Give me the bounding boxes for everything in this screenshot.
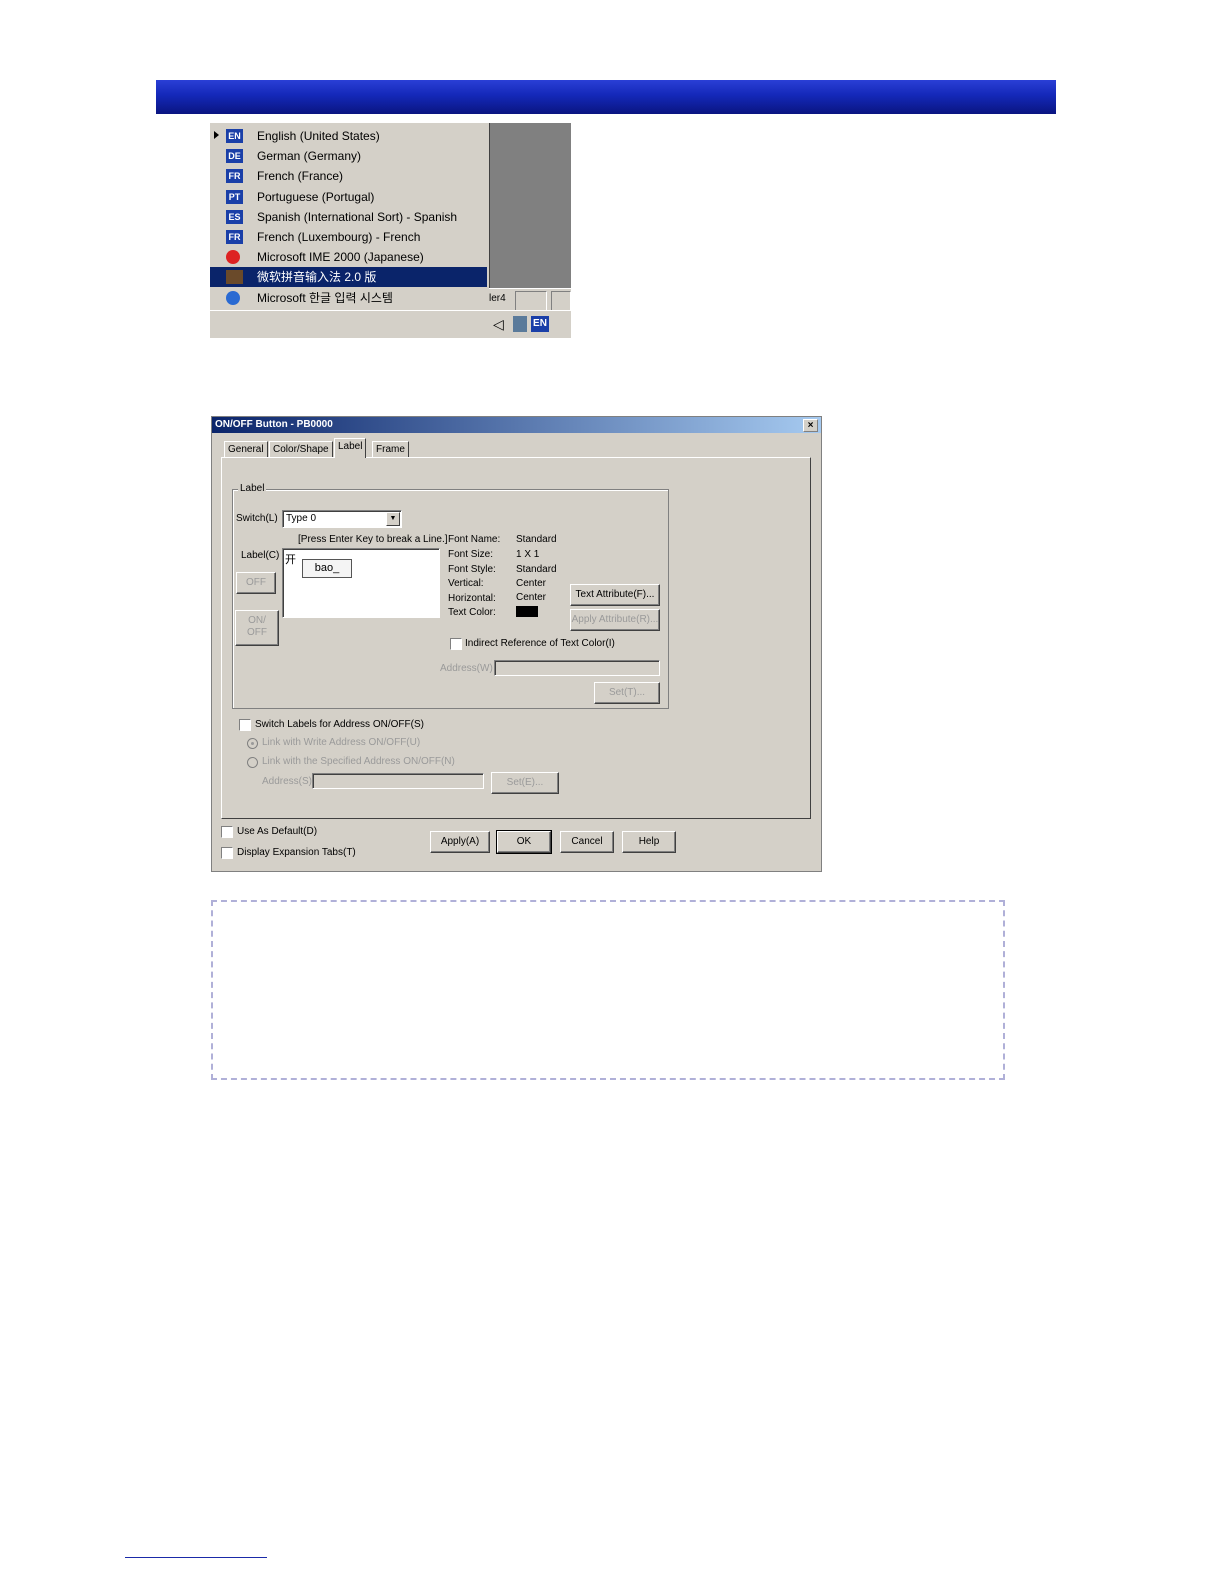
language-code-icon: PT <box>226 190 243 204</box>
set-e-button[interactable]: Set(E)... <box>491 772 559 794</box>
text-color-swatch <box>516 606 538 617</box>
ime-chinese-icon <box>226 270 243 284</box>
dialog-title-bar: ON/OFF Button - PB0000 × <box>212 417 821 433</box>
system-tray: ◁ EN <box>489 311 571 338</box>
taskbar-button[interactable] <box>551 291 571 311</box>
language-code-icon: ES <box>226 210 243 224</box>
ime-korean-icon <box>226 291 240 305</box>
use-as-default-label: Use As Default(D) <box>237 826 318 837</box>
horizontal-label: Horizontal: <box>448 593 496 604</box>
language-label: Portuguese (Portugal) <box>257 190 375 204</box>
font-style-label: Font Style: <box>448 564 496 575</box>
page-header-bar <box>156 80 1056 114</box>
vertical-value: Center <box>516 578 547 589</box>
language-item-english[interactable]: EN English (United States) <box>210 126 487 146</box>
tab-label[interactable]: Label <box>334 438 367 458</box>
use-as-default-checkbox[interactable] <box>221 826 233 838</box>
close-icon[interactable]: × <box>803 419 818 432</box>
tab-frame[interactable]: Frame <box>372 441 409 458</box>
ime-japanese-icon <box>226 250 240 264</box>
tab-color-shape[interactable]: Color/Shape <box>269 441 333 458</box>
display-expansion-tabs-label: Display Expansion Tabs(T) <box>237 847 356 858</box>
indirect-reference-checkbox[interactable] <box>450 638 462 650</box>
tab-panel: Label Switch(L) Type 0 ▼ [Press Enter Ke… <box>221 457 811 819</box>
language-label: Microsoft 한글 입력 시스템 <box>257 291 393 305</box>
horizontal-value: Center <box>516 592 547 603</box>
label-group-title: Label <box>238 483 267 494</box>
network-icon[interactable] <box>513 316 527 332</box>
onoff-state-button[interactable]: ON/ OFF <box>235 610 279 646</box>
language-item-ime-chinese[interactable]: 微软拼音输入法 2.0 版 <box>210 267 487 287</box>
indirect-reference-label: Indirect Reference of Text Color(I) <box>465 638 615 649</box>
onoff-button-dialog: ON/OFF Button - PB0000 × General Color/S… <box>211 416 822 872</box>
note-box <box>211 900 1005 1080</box>
switch-labels-label: Switch Labels for Address ON/OFF(S) <box>255 719 424 730</box>
address-w-field[interactable] <box>494 660 660 676</box>
desktop-background <box>489 123 571 293</box>
language-item-french-luxembourg[interactable]: FR French (Luxembourg) - French <box>210 227 487 247</box>
set-t-button[interactable]: Set(T)... <box>594 682 660 704</box>
language-item-portuguese[interactable]: PT Portuguese (Portugal) <box>210 187 487 207</box>
font-size-label: Font Size: <box>448 549 494 560</box>
language-menu: EN English (United States) DE German (Ge… <box>210 123 490 311</box>
switch-label: Switch(L) <box>236 513 278 524</box>
language-item-spanish[interactable]: ES Spanish (International Sort) - Spanis… <box>210 207 487 227</box>
language-label: German (Germany) <box>257 149 362 163</box>
language-code-icon: DE <box>226 149 243 163</box>
taskbar-strip: ler4 <box>489 288 571 311</box>
font-size-value: 1 X 1 <box>516 549 540 560</box>
switch-select-value: Type 0 <box>286 513 317 524</box>
font-style-value: Standard <box>516 564 557 575</box>
font-name-value: Standard <box>516 534 557 545</box>
label-c-caption: Label(C) <box>241 550 280 561</box>
ime-composition-window: bao_ <box>302 559 352 578</box>
language-indicator-icon[interactable]: EN <box>531 316 549 332</box>
apply-attribute-button[interactable]: Apply Attribute(R)... <box>570 609 660 631</box>
language-code-icon: FR <box>226 169 243 183</box>
language-label: 微软拼音输入法 2.0 版 <box>257 270 377 284</box>
language-item-french[interactable]: FR French (France) <box>210 166 487 186</box>
dialog-title: ON/OFF Button - PB0000 <box>215 419 333 430</box>
language-menu-screenshot: EN English (United States) DE German (Ge… <box>210 123 571 338</box>
address-s-label: Address(S) <box>262 776 313 787</box>
language-item-ime-japanese[interactable]: Microsoft IME 2000 (Japanese) <box>210 247 487 267</box>
switch-labels-checkbox[interactable] <box>239 719 251 731</box>
vertical-label: Vertical: <box>448 578 484 589</box>
ime-composition-char: 开 <box>285 554 296 566</box>
text-attribute-button[interactable]: Text Attribute(F)... <box>570 584 660 606</box>
link-specified-address-radio[interactable] <box>247 757 258 768</box>
font-name-label: Font Name: <box>448 534 501 545</box>
taskbar-fragment: ler4 <box>489 293 506 304</box>
line-break-hint: [Press Enter Key to break a Line.] <box>298 534 448 545</box>
language-label: English (United States) <box>257 129 380 143</box>
address-w-label: Address(W) <box>440 663 493 674</box>
language-code-icon: EN <box>226 129 243 143</box>
display-expansion-tabs-checkbox[interactable] <box>221 847 233 859</box>
off-state-button[interactable]: OFF <box>236 572 276 594</box>
language-item-ime-korean[interactable]: Microsoft 한글 입력 시스템 <box>210 288 487 308</box>
chevron-down-icon[interactable]: ▼ <box>386 512 400 526</box>
speaker-icon[interactable]: ◁ <box>493 316 505 332</box>
address-s-field[interactable] <box>312 773 484 789</box>
tab-general[interactable]: General <box>224 441 268 458</box>
language-label: Microsoft IME 2000 (Japanese) <box>257 250 424 264</box>
link-write-address-label: Link with Write Address ON/OFF(U) <box>262 737 421 748</box>
footer-rule <box>125 1557 267 1558</box>
language-label: French (France) <box>257 169 344 183</box>
taskbar-button[interactable] <box>515 291 547 311</box>
text-color-label: Text Color: <box>448 607 496 618</box>
help-button[interactable]: Help <box>622 831 676 853</box>
link-specified-address-label: Link with the Specified Address ON/OFF(N… <box>262 756 455 767</box>
language-code-icon: FR <box>226 230 243 244</box>
ok-button[interactable]: OK <box>496 830 552 854</box>
cancel-button[interactable]: Cancel <box>560 831 614 853</box>
switch-select[interactable]: Type 0 ▼ <box>282 510 402 528</box>
apply-button[interactable]: Apply(A) <box>430 831 490 853</box>
link-write-address-radio[interactable] <box>247 738 258 749</box>
language-label: French (Luxembourg) - French <box>257 230 421 244</box>
language-label: Spanish (International Sort) - Spanish <box>257 210 458 224</box>
checked-arrow-icon <box>214 131 219 139</box>
language-item-german[interactable]: DE German (Germany) <box>210 146 487 166</box>
